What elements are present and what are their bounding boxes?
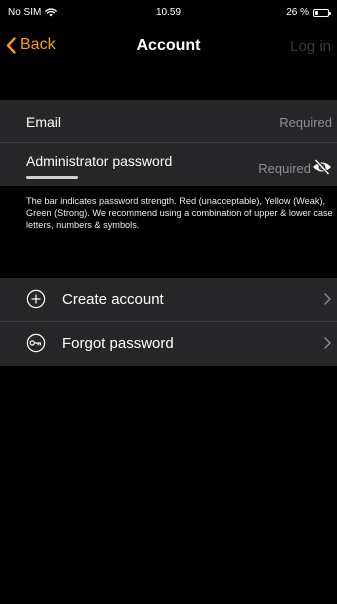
account-actions: Create account Forgot password — [0, 278, 337, 366]
password-label: Administrator password — [26, 153, 173, 169]
chevron-right-icon — [324, 293, 331, 305]
email-field[interactable]: Email Required — [0, 100, 337, 143]
eye-slash-icon[interactable] — [312, 159, 332, 175]
password-strength-bar — [26, 176, 78, 179]
password-placeholder: Required — [258, 161, 311, 176]
page-title: Account — [136, 37, 201, 54]
create-account-button[interactable]: Create account — [0, 278, 337, 322]
battery-fill — [315, 10, 318, 15]
email-label: Email — [26, 114, 62, 130]
plus-circle-icon — [26, 289, 46, 309]
navigation-bar: Back Account Log in — [0, 28, 337, 66]
login-button[interactable]: Log in — [290, 38, 331, 55]
battery-icon — [313, 8, 331, 17]
email-placeholder: Required — [279, 115, 332, 130]
forgot-password-button[interactable]: Forgot password — [0, 322, 337, 366]
create-account-label: Create account — [62, 291, 164, 308]
status-right: 26 % — [286, 7, 331, 18]
password-field[interactable]: Administrator password Required — [0, 143, 337, 186]
password-strength-help: The bar indicates password strength. Red… — [26, 196, 333, 230]
battery-percent: 26 % — [286, 7, 309, 18]
forgot-password-label: Forgot password — [62, 335, 174, 352]
credentials-form: Email Required Administrator password Re… — [0, 100, 337, 186]
key-circle-icon — [26, 333, 46, 353]
status-bar: No SIM 10.59 26 % — [0, 0, 337, 24]
chevron-right-icon — [324, 337, 331, 349]
